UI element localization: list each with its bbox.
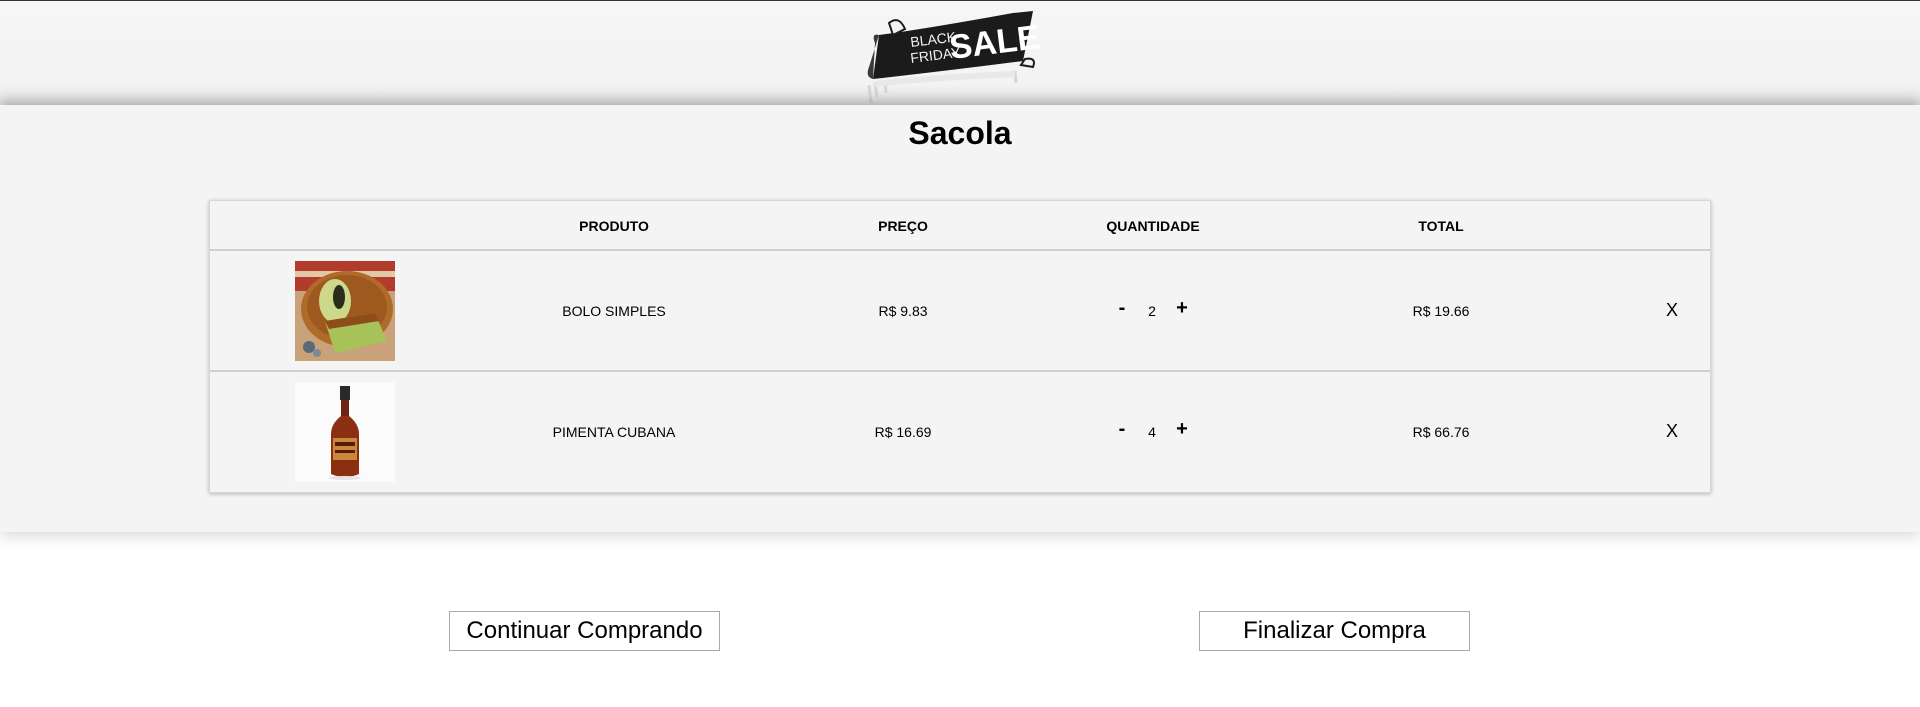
line-total: R$ 19.66 [1412,303,1470,319]
table-row: BOLO SIMPLES R$ 9.83 - 2 + R$ 19.66 X [210,252,1710,372]
column-header-produto: PRODUTO [579,218,649,234]
table-row: PIMENTA CUBANA R$ 16.69 - 4 + R$ 66.76 X [210,373,1710,493]
decrease-quantity-button[interactable]: - [1119,419,1126,439]
product-name: PIMENTA CUBANA [552,424,676,440]
cart-panel: Sacola PRODUTO PREÇO QUANTIDADE TOTAL BO… [0,105,1920,532]
logo-banner-icon: BLACK FRIDAY SALE [867,11,1042,104]
page-title: Sacola [908,115,1012,151]
column-header-quantidade: QUANTIDADE [1106,218,1200,234]
line-total: R$ 66.76 [1412,424,1470,440]
product-image-hot-sauce [295,382,395,482]
column-header-total: TOTAL [1418,218,1464,234]
product-name: BOLO SIMPLES [562,303,666,319]
product-price: R$ 16.69 [874,424,932,440]
continue-shopping-button[interactable]: Continuar Comprando [449,611,720,651]
product-image-cake [295,261,395,361]
product-price: R$ 9.83 [878,303,928,319]
table-header: PRODUTO PREÇO QUANTIDADE TOTAL [210,201,1710,251]
quantity-value: 4 [1148,424,1156,440]
quantity-value: 2 [1148,303,1156,319]
increase-quantity-button[interactable]: + [1176,298,1188,318]
cake-photo-icon [295,261,395,361]
checkout-button[interactable]: Finalizar Compra [1199,611,1470,651]
decrease-quantity-button[interactable]: - [1119,298,1126,318]
increase-quantity-button[interactable]: + [1176,419,1188,439]
hot-sauce-bottle-icon [295,382,395,482]
black-friday-sale-logo[interactable]: BLACK FRIDAY SALE [865,11,1055,104]
cart-table: PRODUTO PREÇO QUANTIDADE TOTAL BOLO SIMP… [209,200,1711,493]
remove-item-button[interactable]: X [1666,300,1678,321]
site-header: BLACK FRIDAY SALE [0,1,1920,105]
remove-item-button[interactable]: X [1666,421,1678,442]
column-header-preco: PREÇO [878,218,928,234]
